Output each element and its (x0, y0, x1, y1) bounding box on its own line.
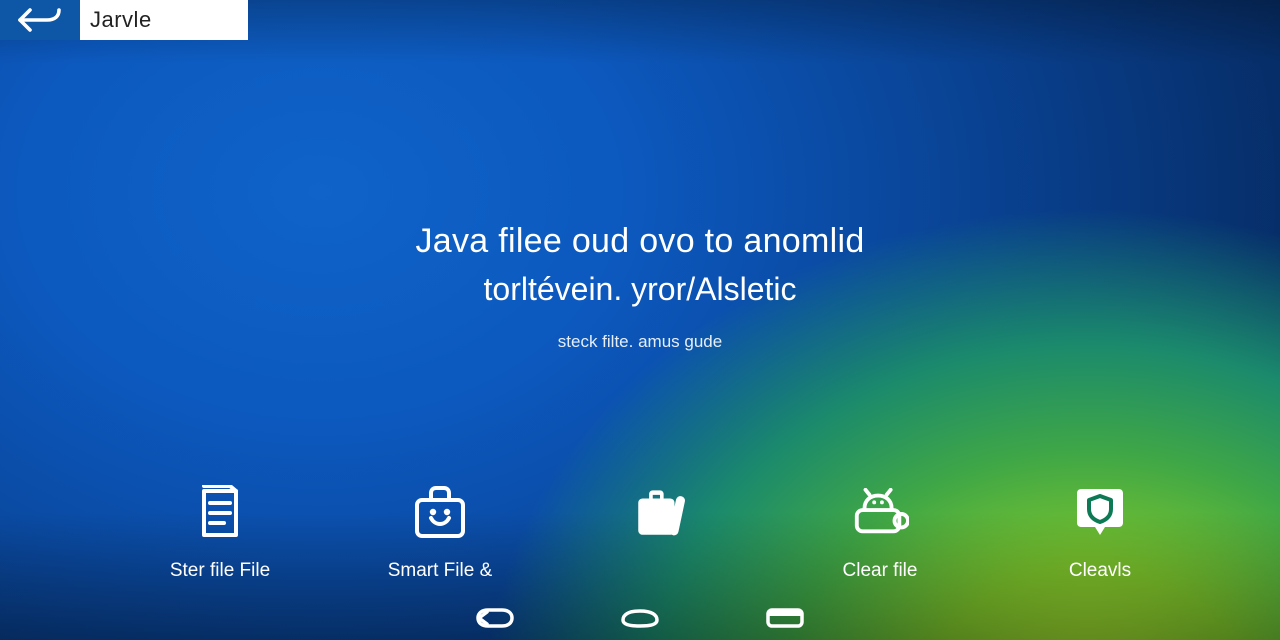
nav-recent-icon (765, 607, 805, 629)
nav-back-icon (474, 607, 516, 629)
document-lines-icon (191, 484, 249, 542)
nav-home-icon (619, 608, 661, 628)
action-label: Cleavls (1069, 560, 1131, 582)
action-label: Smart File & (388, 560, 493, 582)
action-smart-file-2[interactable]: . (605, 484, 715, 582)
action-clear-file[interactable]: Clear file (825, 484, 935, 582)
android-camera-icon (851, 484, 909, 542)
nav-home-button[interactable] (615, 604, 665, 632)
shield-bubble-icon (1071, 484, 1129, 542)
briefcase-slash-icon (631, 484, 689, 542)
action-label: Clear file (843, 560, 918, 582)
action-smart-file-1[interactable]: Smart File & (385, 484, 495, 582)
back-button[interactable] (0, 0, 80, 40)
system-navbar (0, 596, 1280, 640)
action-ster-file[interactable]: Ster file File (165, 484, 275, 582)
action-label: Ster file File (170, 560, 270, 582)
briefcase-smile-icon (411, 484, 469, 542)
hero-line2: torltévein. yror/Alsletic (0, 269, 1280, 311)
hero-line1: Java filee oud ovo to anomlid (0, 220, 1280, 263)
hero-subtitle[interactable]: steck filte. amus gude (0, 332, 1280, 352)
actions-row: Ster file File Smart File & (0, 484, 1280, 582)
topbar: Jarvle (0, 0, 1280, 40)
screen: Jarvle Java filee oud ovo to anomlid tor… (0, 0, 1280, 640)
action-cleavls[interactable]: Cleavls (1045, 484, 1155, 582)
nav-back-button[interactable] (470, 604, 520, 632)
title-input[interactable]: Jarvle (80, 0, 248, 40)
nav-recent-button[interactable] (760, 604, 810, 632)
back-arrow-icon (17, 6, 63, 34)
hero: Java filee oud ovo to anomlid torltévein… (0, 220, 1280, 352)
